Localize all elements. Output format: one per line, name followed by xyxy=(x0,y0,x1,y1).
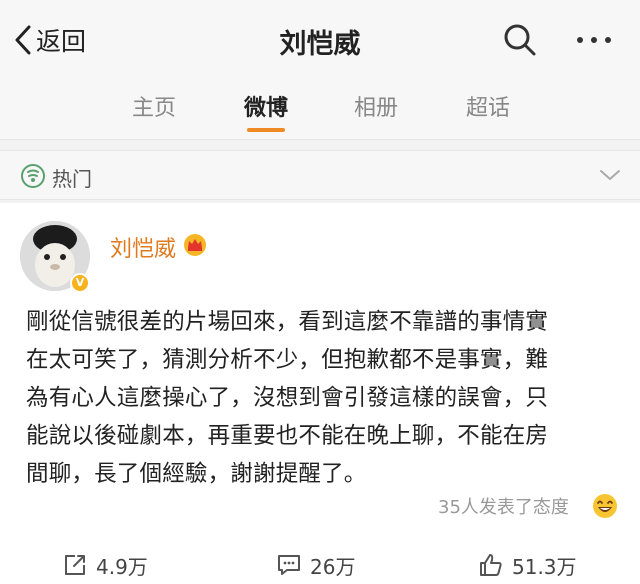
more-button[interactable] xyxy=(574,26,614,54)
like-button[interactable]: 51.3万 xyxy=(478,549,577,581)
share-count: 4.9万 xyxy=(96,554,148,579)
comment-icon xyxy=(278,555,300,575)
search-button[interactable] xyxy=(500,20,540,60)
post-text: 剛從信號很差的片場回來，看到這麼不靠譜的事情實 在太可笑了，猜測分析不少，但抱歉… xyxy=(26,303,616,493)
tab-weibo[interactable]: 微博 xyxy=(226,90,306,122)
thumbs-up-icon xyxy=(480,554,502,576)
post-text-line: 間聊，長了個經驗，謝謝提醒了。 xyxy=(26,461,367,487)
share-button[interactable]: 4.9万 xyxy=(62,549,148,581)
vip-crown-icon xyxy=(184,234,206,256)
post-text-line: 能說以後碰劇本，再重要也不能在晚上聊，不能在房 xyxy=(26,423,549,449)
hot-label: 热门 xyxy=(52,167,92,191)
active-tab-indicator xyxy=(247,128,285,132)
verified-badge-icon: V xyxy=(70,273,90,293)
post-text-line: 剛從信號很差的片場回來，看到這麼不靠譜的事情實 xyxy=(26,309,549,335)
tab-home[interactable]: 主页 xyxy=(114,90,194,122)
chevron-left-icon xyxy=(15,25,31,55)
chevron-down-icon[interactable] xyxy=(598,165,622,185)
page-title: 刘恺威 xyxy=(279,29,361,60)
post-card: V 刘恺威 剛從信號很差的片場回來，看到這麼不靠譜的事情實 在太可笑了，猜測分析… xyxy=(0,203,640,584)
tab-supertopic[interactable]: 超话 xyxy=(448,90,528,122)
hot-section-header[interactable]: 热门 xyxy=(0,150,640,200)
post-author[interactable]: 刘恺威 xyxy=(110,231,176,263)
more-dots-icon xyxy=(577,37,611,43)
hot-icon xyxy=(21,164,45,188)
profile-tabs: 主页 微博 相册 超话 xyxy=(0,78,640,140)
post-text-line: 為有心人這麼操心了，沒想到會引發這樣的誤會，只 xyxy=(26,385,549,411)
post-action-bar: 4.9万 26万 51.3万 xyxy=(0,547,640,584)
comment-button[interactable]: 26万 xyxy=(276,549,355,581)
back-button[interactable]: 返回 xyxy=(14,20,86,60)
search-icon xyxy=(504,24,536,56)
laughing-emoji-icon[interactable] xyxy=(592,493,618,519)
like-count: 51.3万 xyxy=(512,554,577,579)
post-text-line: 在太可笑了，猜測分析不少，但抱歉都不是事實，難 xyxy=(26,347,549,373)
comment-count: 26万 xyxy=(310,554,356,579)
reactions-summary[interactable]: 35人发表了态度 xyxy=(438,493,569,519)
top-bar: 返回 刘恺威 xyxy=(0,0,640,78)
share-icon xyxy=(65,555,85,575)
tab-album[interactable]: 相册 xyxy=(336,90,416,122)
back-label: 返回 xyxy=(36,27,87,56)
